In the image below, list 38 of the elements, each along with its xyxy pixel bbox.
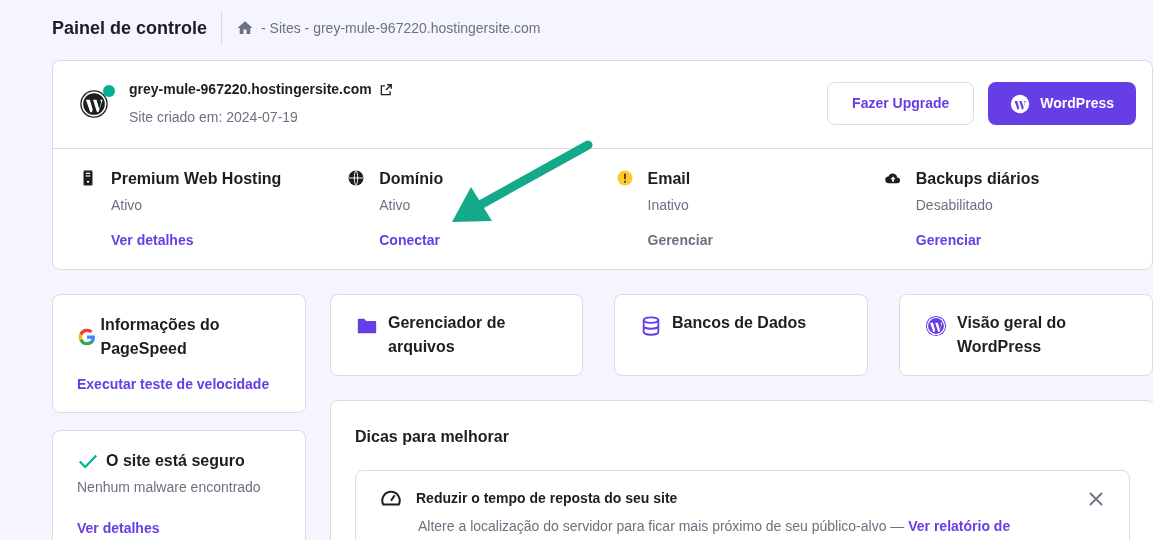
service-status: Inativo <box>647 195 690 215</box>
wordpress-logo-icon <box>79 88 109 119</box>
database-icon <box>640 314 662 337</box>
site-created-date: Site criado em: 2024-07-19 <box>129 108 299 127</box>
card-text: Nenhum malware encontrado <box>77 477 262 497</box>
shortcut-card[interactable]: Visão geral do WordPress <box>899 293 1153 376</box>
section-title: Dicas para melhorar <box>355 426 510 447</box>
details-link[interactable]: Ver detalhes <box>77 517 160 539</box>
shortcut-card[interactable]: Gerenciador de arquivos <box>330 293 583 376</box>
service-title: Domínio <box>379 169 444 189</box>
card-title: Informações do PageSpeed <box>100 314 221 360</box>
service-title: Email <box>647 169 692 189</box>
tip-text: Altere a localização do servidor para ficar mais próximo de seu público-alvo — Ver relatório de <box>417 517 1012 537</box>
shortcut-card[interactable]: Bancos de Dados <box>614 293 868 376</box>
breadcrumb: - Sites - grey-mule-967220.hostingersite.com <box>261 18 541 38</box>
page-title: Painel de controle <box>52 16 208 40</box>
upgrade-button[interactable]: Fazer Upgrade <box>827 82 975 125</box>
warning-icon <box>615 169 634 187</box>
service-title: Premium Web Hosting <box>111 169 282 189</box>
wordpress-icon <box>925 314 947 337</box>
report-link[interactable]: Ver relatório de <box>908 518 1011 535</box>
globe-icon <box>347 169 366 187</box>
speed-test-link[interactable]: Executar teste de velocidade <box>77 374 270 396</box>
service-link[interactable]: Gerenciar <box>915 229 982 251</box>
site-domain: grey-mule-967220.hostingersite.com <box>129 80 372 99</box>
home-icon <box>236 19 255 37</box>
service-status: Ativo <box>111 195 144 215</box>
service-title: Backups diários <box>915 169 1040 189</box>
card-title: O site está seguro <box>106 450 245 471</box>
service-link[interactable]: Conectar <box>379 229 440 251</box>
external-link-icon <box>378 82 393 97</box>
tip-title: Reduzir o tempo de reposta do seu site <box>416 488 678 508</box>
service-link[interactable]: Ver detalhes <box>111 229 194 251</box>
wordpress-button[interactable]: WordPress <box>988 82 1136 125</box>
google-icon <box>77 327 97 348</box>
wordpress-icon <box>1010 93 1031 114</box>
service-status: Desabilitado <box>915 195 994 215</box>
service-status: Ativo <box>379 195 412 215</box>
